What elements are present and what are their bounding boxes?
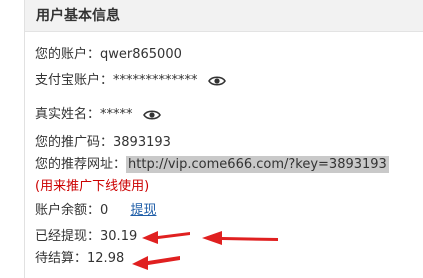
promo-code-label: 您的推广码： [35, 135, 114, 150]
account-row: 您的账户：qwer865000 [35, 46, 182, 64]
realname-row: 真实姓名：***** [35, 106, 161, 127]
balance-row: 账户余额：0 提现 [35, 202, 156, 220]
panel-header: 用户基本信息 [25, 0, 423, 32]
realname-value: ***** [100, 107, 133, 122]
promo-code-row: 您的推广码：3893193 [35, 134, 171, 152]
account-value: qwer865000 [100, 47, 182, 62]
alipay-value: ************* [113, 73, 198, 88]
alipay-label: 支付宝账户： [35, 73, 114, 88]
referral-note: (用来推广下线使用) [35, 179, 150, 194]
withdrawn-label: 已经提现： [35, 229, 101, 244]
panel-title: 用户基本信息 [36, 8, 120, 24]
alipay-row: 支付宝账户：************* [35, 72, 226, 93]
promo-code-value: 3893193 [113, 135, 171, 150]
pending-value: 12.98 [87, 251, 125, 266]
withdrawn-value: 30.19 [100, 229, 138, 244]
pending-row: 待结算：12.98 [35, 250, 124, 268]
balance-label: 账户余额： [35, 203, 101, 218]
eye-icon[interactable] [142, 109, 161, 127]
account-label: 您的账户： [35, 47, 101, 62]
referral-url[interactable]: http://vip.come666.com/?key=3893193 [126, 156, 389, 173]
withdraw-link[interactable]: 提现 [130, 203, 156, 218]
balance-value: 0 [100, 203, 109, 218]
eye-icon[interactable] [207, 75, 226, 93]
realname-label: 真实姓名： [35, 107, 101, 122]
referral-row: 您的推荐网址： http://vip.come666.com/?key=38931… [35, 156, 389, 174]
withdrawn-row: 已经提现：30.19 [35, 228, 137, 246]
pending-label: 待结算： [35, 251, 88, 266]
referral-label: 您的推荐网址： [35, 157, 127, 172]
user-info-panel: 用户基本信息 您的账户：qwer865000 支付宝账户：***********… [24, 0, 423, 278]
